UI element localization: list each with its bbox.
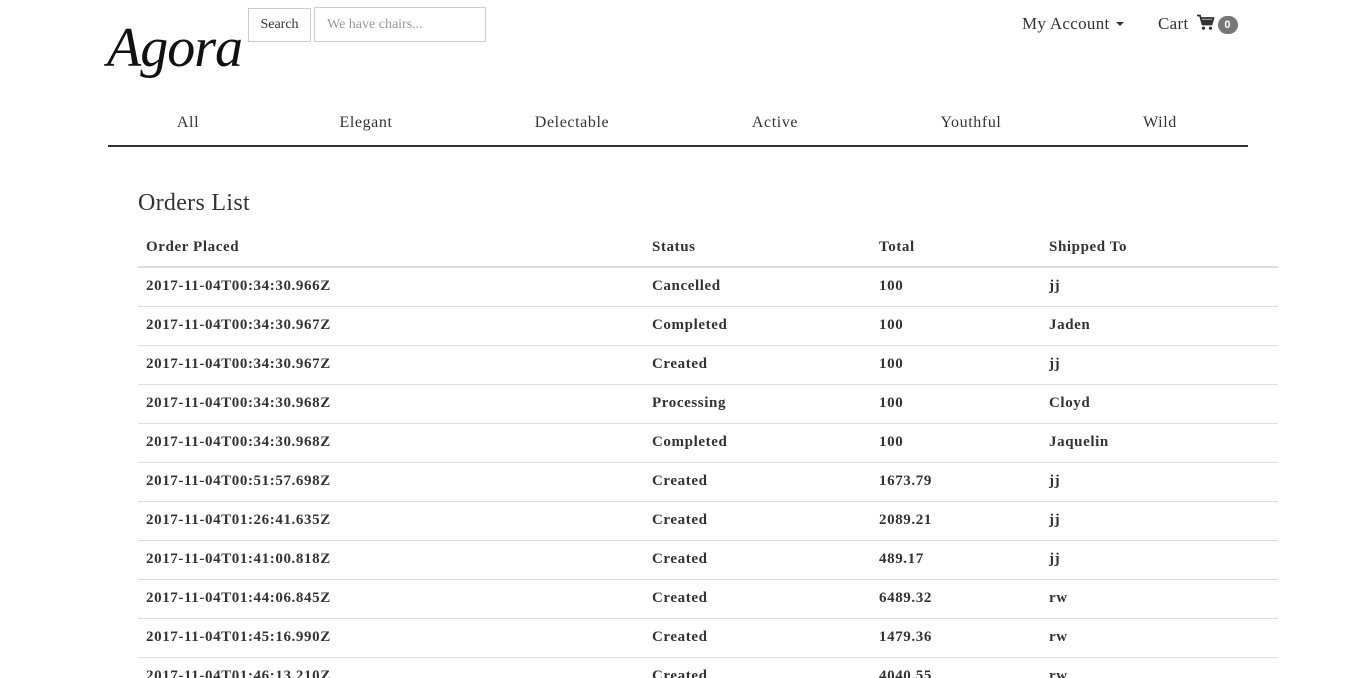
table-row[interactable]: 2017-11-04T01:41:00.818Z Created 489.17 … <box>138 540 1278 580</box>
table-header-row: Order Placed Status Total Shipped To <box>138 228 1278 268</box>
order-shipped-to-cell: jj <box>1041 267 1278 307</box>
table-row[interactable]: 2017-11-04T01:44:06.845Z Created 6489.32… <box>138 579 1278 619</box>
order-shipped-to-cell: jj <box>1041 462 1278 502</box>
order-shipped-to-cell: jj <box>1041 501 1278 541</box>
search-button[interactable]: Search <box>248 8 311 42</box>
order-status-cell: Created <box>644 345 871 385</box>
column-header-total: Total <box>871 228 1041 268</box>
order-total-cell: 100 <box>871 384 1041 424</box>
order-placed-cell: 2017-11-04T01:45:16.990Z <box>138 618 644 658</box>
order-shipped-to-cell: jj <box>1041 540 1278 580</box>
cart-count-badge: 0 <box>1217 16 1238 34</box>
page: Agora Search My Account Cart 0 All Elega… <box>0 0 1369 678</box>
order-placed-cell: 2017-11-04T01:44:06.845Z <box>138 579 644 619</box>
nav-item-youthful[interactable]: Youthful <box>941 114 1002 132</box>
order-status-cell: Created <box>644 501 871 541</box>
order-total-cell: 489.17 <box>871 540 1041 580</box>
order-status-cell: Processing <box>644 384 871 424</box>
order-shipped-to-cell: rw <box>1041 657 1278 678</box>
order-placed-cell: 2017-11-04T00:34:30.968Z <box>138 384 644 424</box>
order-total-cell: 100 <box>871 306 1041 346</box>
table-row[interactable]: 2017-11-04T01:46:13.210Z Created 4040.55… <box>138 657 1278 678</box>
order-shipped-to-cell: rw <box>1041 618 1278 658</box>
order-total-cell: 1479.36 <box>871 618 1041 658</box>
page-title: Orders List <box>138 190 250 216</box>
order-status-cell: Completed <box>644 306 871 346</box>
table-row[interactable]: 2017-11-04T01:45:16.990Z Created 1479.36… <box>138 618 1278 658</box>
order-shipped-to-cell: rw <box>1041 579 1278 619</box>
order-status-cell: Completed <box>644 423 871 463</box>
order-status-cell: Created <box>644 540 871 580</box>
order-placed-cell: 2017-11-04T00:34:30.967Z <box>138 345 644 385</box>
table-row[interactable]: 2017-11-04T01:26:41.635Z Created 2089.21… <box>138 501 1278 541</box>
table-row[interactable]: 2017-11-04T00:34:30.967Z Created 100 jj <box>138 345 1278 385</box>
site-logo[interactable]: Agora <box>107 16 243 80</box>
order-shipped-to-cell: Jaden <box>1041 306 1278 346</box>
table-row[interactable]: 2017-11-04T00:34:30.968Z Completed 100 J… <box>138 423 1278 463</box>
order-placed-cell: 2017-11-04T01:41:00.818Z <box>138 540 644 580</box>
order-total-cell: 100 <box>871 267 1041 307</box>
order-placed-cell: 2017-11-04T00:51:57.698Z <box>138 462 644 502</box>
order-shipped-to-cell: Cloyd <box>1041 384 1278 424</box>
nav-item-elegant[interactable]: Elegant <box>339 114 392 132</box>
table-row[interactable]: 2017-11-04T00:34:30.968Z Processing 100 … <box>138 384 1278 424</box>
column-header-order-placed: Order Placed <box>138 228 644 268</box>
column-header-shipped-to: Shipped To <box>1041 228 1278 268</box>
order-total-cell: 100 <box>871 423 1041 463</box>
order-status-cell: Created <box>644 579 871 619</box>
search-input[interactable] <box>314 7 486 42</box>
cart-link[interactable]: Cart 0 <box>1158 14 1238 36</box>
order-placed-cell: 2017-11-04T00:34:30.966Z <box>138 267 644 307</box>
caret-down-icon <box>1115 22 1124 27</box>
order-placed-cell: 2017-11-04T01:46:13.210Z <box>138 657 644 678</box>
nav-item-delectable[interactable]: Delectable <box>535 114 609 132</box>
table-row[interactable]: 2017-11-04T00:51:57.698Z Created 1673.79… <box>138 462 1278 502</box>
order-total-cell: 2089.21 <box>871 501 1041 541</box>
table-row[interactable]: 2017-11-04T00:34:30.967Z Completed 100 J… <box>138 306 1278 346</box>
order-shipped-to-cell: jj <box>1041 345 1278 385</box>
order-status-cell: Created <box>644 462 871 502</box>
table-row[interactable]: 2017-11-04T00:34:30.966Z Cancelled 100 j… <box>138 267 1278 307</box>
column-header-status: Status <box>644 228 871 268</box>
shopping-cart-icon <box>1197 14 1215 36</box>
order-placed-cell: 2017-11-04T01:26:41.635Z <box>138 501 644 541</box>
orders-table: Order Placed Status Total Shipped To 201… <box>138 228 1278 678</box>
nav-item-active[interactable]: Active <box>752 114 798 132</box>
order-total-cell: 100 <box>871 345 1041 385</box>
order-total-cell: 6489.32 <box>871 579 1041 619</box>
order-total-cell: 1673.79 <box>871 462 1041 502</box>
nav-item-all[interactable]: All <box>177 114 199 132</box>
cart-label: Cart <box>1158 14 1189 33</box>
order-placed-cell: 2017-11-04T00:34:30.968Z <box>138 423 644 463</box>
nav-item-wild[interactable]: Wild <box>1143 114 1177 132</box>
category-nav: All Elegant Delectable Active Youthful W… <box>108 108 1248 147</box>
order-status-cell: Created <box>644 618 871 658</box>
order-shipped-to-cell: Jaquelin <box>1041 423 1278 463</box>
my-account-dropdown[interactable]: My Account <box>1022 14 1124 34</box>
order-status-cell: Cancelled <box>644 267 871 307</box>
order-total-cell: 4040.55 <box>871 657 1041 678</box>
my-account-label: My Account <box>1022 14 1110 33</box>
order-placed-cell: 2017-11-04T00:34:30.967Z <box>138 306 644 346</box>
order-status-cell: Created <box>644 657 871 678</box>
